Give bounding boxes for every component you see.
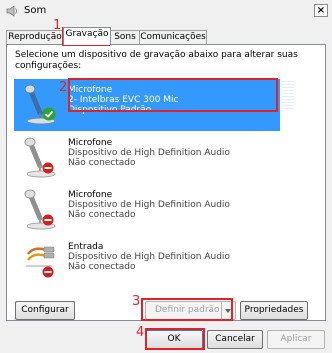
device-item-entrada[interactable]: Entrada Dispositivo de High Definition A…	[14, 236, 280, 288]
device-text: Microfone Dispositivo de High Definition…	[68, 190, 230, 220]
tab-gravacao[interactable]: Gravação	[63, 27, 111, 45]
chevron-down-icon[interactable]	[221, 302, 235, 319]
device-name: Microfone	[68, 85, 113, 95]
device-description: 2- Intelbras EVC 300 Mic	[68, 95, 179, 105]
tab-panel: Selecione um dispositivo de gravação aba…	[6, 44, 326, 321]
disconnected-badge-icon	[42, 266, 54, 278]
set-default-button[interactable]: Definir padrão	[145, 301, 236, 320]
device-name: Entrada	[68, 242, 104, 252]
device-item-microfone-hda-2[interactable]: Microfone Dispositivo de High Definition…	[14, 184, 280, 236]
device-text: Entrada Dispositivo de High Definition A…	[68, 242, 230, 272]
annotation-number: 2	[59, 80, 68, 95]
configure-button[interactable]: Configurar	[15, 301, 75, 320]
tab-sons[interactable]: Sons	[110, 30, 140, 45]
annotation-number: 4	[136, 325, 145, 340]
properties-button[interactable]: Propriedades	[240, 301, 308, 320]
disconnected-badge-icon	[42, 162, 54, 174]
device-description: Dispositivo de High Definition Audio	[68, 252, 230, 262]
disconnected-badge-icon	[42, 214, 54, 226]
device-item-microfone-hda-1[interactable]: Microfone Dispositivo de High Definition…	[14, 132, 280, 184]
speaker-icon	[6, 5, 17, 17]
list-scroll-area	[281, 81, 294, 109]
apply-button[interactable]: Aplicar	[267, 330, 325, 349]
device-name: Microfone	[68, 190, 113, 200]
cancel-button[interactable]: Cancelar	[207, 330, 263, 349]
tab-comunicacoes[interactable]: Comunicações	[139, 30, 207, 45]
check-badge-icon	[42, 107, 56, 121]
device-description: Dispositivo de High Definition Audio	[68, 200, 230, 210]
window-title: Som	[24, 5, 47, 16]
device-status: Não conectado	[68, 158, 136, 168]
device-text: Microfone 2- Intelbras EVC 300 Mic Dispo…	[68, 85, 178, 115]
device-text: Microfone Dispositivo de High Definition…	[68, 138, 230, 168]
device-name: Microfone	[68, 138, 113, 148]
close-icon: ×	[316, 5, 326, 16]
device-item-intelbras-mic[interactable]: Microfone 2- Intelbras EVC 300 Mic Dispo…	[14, 79, 280, 131]
device-description: Dispositivo de High Definition Audio	[68, 148, 230, 158]
instruction-text: Selecione um dispositivo de gravação aba…	[15, 50, 298, 71]
close-button[interactable]: ×	[314, 4, 328, 17]
ok-button[interactable]: OK	[145, 330, 203, 349]
device-status: Dispositivo Padrão	[68, 105, 152, 115]
annotation-number: 3	[132, 294, 141, 309]
device-status: Não conectado	[68, 210, 136, 220]
annotation-number: 1	[53, 18, 62, 33]
device-status: Não conectado	[68, 262, 136, 272]
device-list[interactable]: Microfone 2- Intelbras EVC 300 Mic Dispo…	[14, 77, 294, 289]
title-bar: Som ×	[0, 0, 332, 22]
